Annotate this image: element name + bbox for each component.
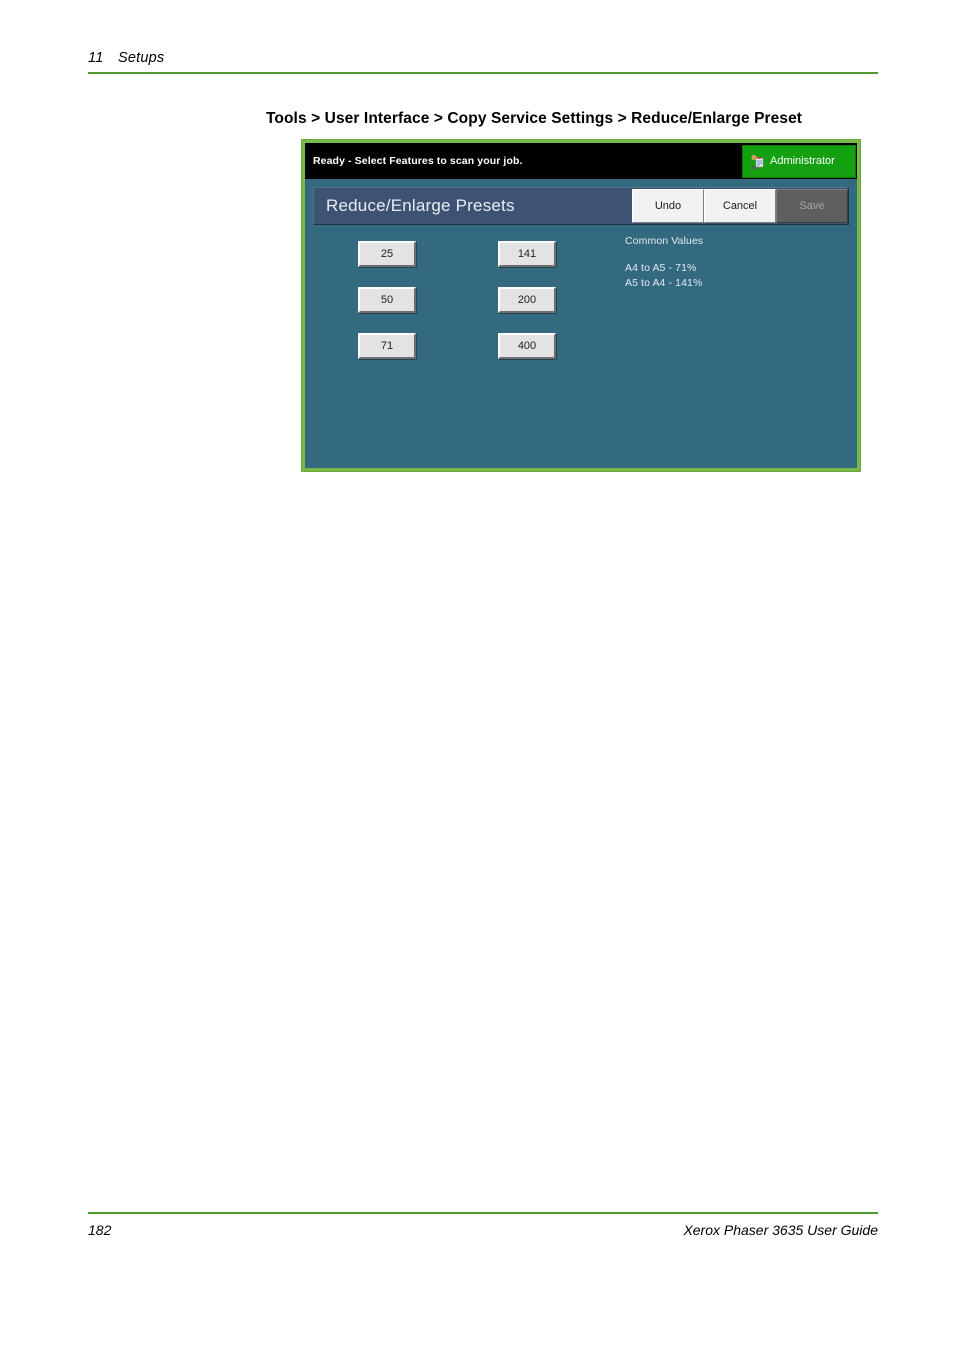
save-button[interactable]: Save [776,189,848,223]
page-header: 11 Setups [88,50,878,74]
status-bar: Ready - Select Features to scan your job… [305,143,857,179]
administrator-badge[interactable]: Administrator [742,144,856,178]
preset-button-5[interactable]: 200 [498,287,556,313]
guide-title: Xerox Phaser 3635 User Guide [683,1222,878,1238]
administrator-icon [748,152,765,170]
preset-column-left: 25 50 71 [358,241,416,359]
panel-title: Reduce/Enlarge Presets [326,196,515,215]
chapter-name: Setups [118,50,165,66]
common-values-line-2: A5 to A4 - 141% [625,277,703,289]
page-number: 182 [88,1222,112,1238]
status-message: Ready - Select Features to scan your job… [313,155,523,167]
device-screen-body: Ready - Select Features to scan your job… [305,143,857,468]
preset-column-right: 141 200 400 [498,241,556,359]
preset-button-4[interactable]: 141 [498,241,556,267]
common-values-line-1: A4 to A5 - 71% [625,262,697,274]
undo-button[interactable]: Undo [632,189,704,223]
presets-area: 25 50 71 141 200 400 Common Values A4 to… [313,235,849,460]
footer-row: 182 Xerox Phaser 3635 User Guide [88,1214,878,1238]
preset-button-2[interactable]: 50 [358,287,416,313]
page-footer: 182 Xerox Phaser 3635 User Guide [88,1206,878,1238]
chapter-number: 11 [88,50,104,66]
preset-button-1[interactable]: 25 [358,241,416,267]
common-values-heading: Common Values [625,235,704,247]
cancel-button[interactable]: Cancel [704,189,776,223]
breadcrumb: Tools > User Interface > Copy Service Se… [266,110,803,127]
common-values-block: Common Values A4 to A5 - 71% A5 to A4 - … [625,235,703,291]
preset-button-3[interactable]: 71 [358,333,416,359]
panel-title-bar: Reduce/Enlarge Presets Undo Cancel Save [313,187,849,225]
header-rule [88,72,878,74]
administrator-label: Administrator [770,155,835,167]
device-screen: Ready - Select Features to scan your job… [301,139,861,472]
preset-button-6[interactable]: 400 [498,333,556,359]
page-header-row: 11 Setups [88,50,878,66]
